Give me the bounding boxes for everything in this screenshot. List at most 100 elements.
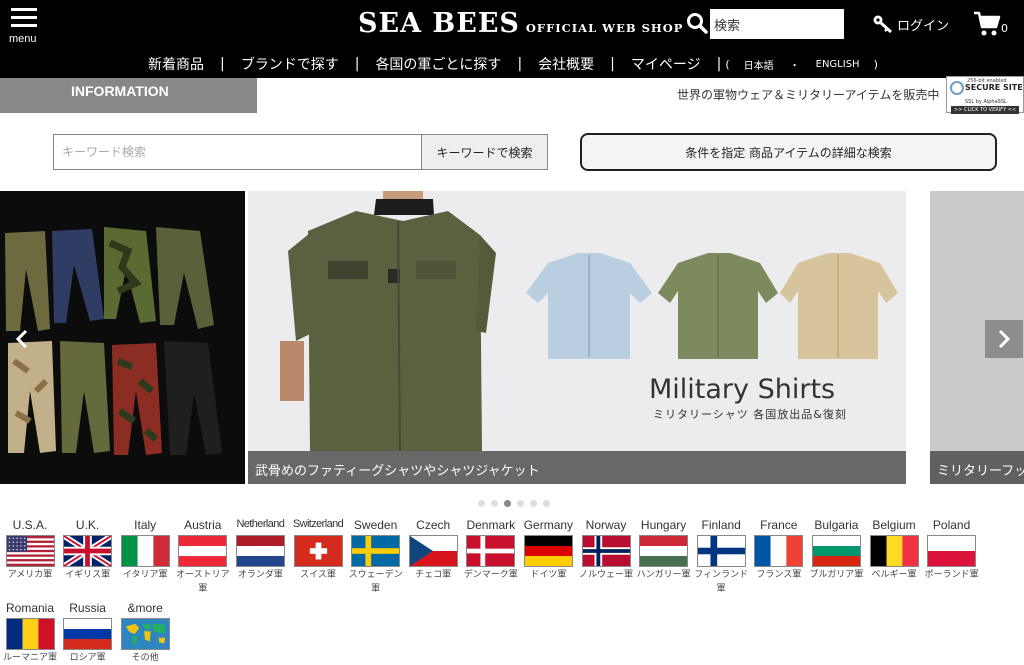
nav-by-army[interactable]: 各国の軍ごとに探す (375, 54, 501, 74)
search-icon[interactable] (686, 12, 708, 34)
flag-army-label: イギリス軍 (65, 570, 111, 580)
flag-army-label: ドイツ軍 (530, 570, 567, 580)
flag-item-netherlands[interactable]: Netherland オランダ軍 (232, 518, 288, 582)
advanced-search-button[interactable]: 条件を指定 商品アイテムの詳細な検索 (580, 133, 997, 171)
flag-item-world-map[interactable]: &more その他 (117, 601, 173, 665)
carousel-prev-button[interactable] (3, 320, 41, 358)
flag-item-poland[interactable]: Poland ポーランド軍 (924, 518, 980, 582)
carousel-dot[interactable] (504, 500, 511, 507)
flag-country-name: Switzerland (292, 518, 344, 530)
france-flag-icon (754, 535, 804, 567)
flag-item-denmark[interactable]: Denmark デンマーク軍 (463, 518, 519, 582)
lang-english-link[interactable]: ENGLISH (816, 59, 860, 70)
lang-close-paren: ) (873, 57, 878, 71)
model-photo (280, 191, 496, 452)
flag-army-label: フランス軍 (756, 570, 802, 580)
slide-caption: 武骨めのファティーグシャツやシャツジャケット (248, 451, 906, 484)
carousel-dot[interactable] (491, 500, 498, 507)
keyword-search-button[interactable]: キーワードで検索 (421, 134, 548, 170)
switzerland-flag-icon (293, 535, 343, 567)
carousel-dot[interactable] (543, 500, 550, 507)
flag-army-label: アメリカ軍 (7, 570, 53, 580)
nav-separator: | (517, 56, 523, 72)
norway-flag-icon (581, 535, 631, 567)
nav-new-items[interactable]: 新着商品 (148, 54, 204, 74)
military-shirts-image (248, 191, 906, 484)
flag-item-france[interactable]: France フランス軍 (751, 518, 807, 582)
flag-item-norway[interactable]: Norway ノルウェー軍 (578, 518, 634, 582)
poland-flag-icon (927, 535, 977, 567)
nav-company[interactable]: 会社概要 (538, 54, 594, 74)
carousel-next-button[interactable] (985, 320, 1023, 358)
keyword-search-input[interactable] (53, 134, 423, 170)
flag-army-label: フィンランド軍 (694, 570, 749, 594)
world-map-icon (120, 618, 170, 650)
flag-item-austria[interactable]: Austria オーストリア軍 (175, 518, 231, 596)
flag-item-usa[interactable]: U.S.A. アメリカ軍 (2, 518, 58, 582)
carousel-dots (478, 500, 550, 507)
italy-flag-icon (120, 535, 170, 567)
sweden-flag-icon (351, 535, 401, 567)
flag-country-name: Denmark (466, 518, 516, 532)
main-nav: 新着商品 | ブランドで探す | 各国の軍ごとに探す | 会社概要 | マイペー… (148, 54, 878, 74)
flag-army-label: スウェーデン軍 (348, 570, 403, 594)
flag-item-finland[interactable]: Finland フィンランド軍 (693, 518, 749, 596)
nav-brands[interactable]: ブランドで探す (241, 54, 339, 74)
flag-item-uk[interactable]: U.K. イギリス軍 (60, 518, 116, 582)
slide-military-shirts[interactable]: Military Shirts ミリタリーシャツ 各国放出品&復刻 武骨めのファ… (248, 191, 906, 484)
logo-main-text: SEA BEES (358, 8, 520, 39)
uk-flag-icon (63, 535, 113, 567)
header-search-input[interactable] (710, 9, 844, 39)
slide-subtitle: ミリタリーシャツ 各国放出品&復刻 (653, 408, 847, 421)
flag-army-label: ハンガリー軍 (636, 570, 691, 580)
cart-button[interactable]: 0 (973, 10, 1013, 40)
ssl-seal[interactable]: 256-bit enabled SECURE SITE SSL by Alpha… (946, 76, 1024, 114)
flag-country-name: Belgium (872, 518, 916, 532)
menu-button[interactable]: menu (6, 6, 44, 45)
nav-separator: | (354, 56, 360, 72)
slide-caption-right: ミリタリーフット (930, 451, 1024, 484)
flag-country-name: Sweden (353, 518, 398, 532)
nav-my-page[interactable]: マイページ (631, 54, 701, 74)
flag-country-name: U.K. (75, 518, 100, 532)
bulgaria-flag-icon (811, 535, 861, 567)
flag-country-name: Germany (523, 518, 574, 532)
slide-title: Military Shirts (649, 374, 836, 405)
carousel-dot[interactable] (517, 500, 524, 507)
flag-item-bulgaria[interactable]: Bulgaria ブルガリア軍 (808, 518, 864, 582)
flag-item-sweden[interactable]: Sweden スウェーデン軍 (348, 518, 404, 596)
flag-country-name: Romania (5, 601, 55, 615)
flag-country-name: Russia (69, 601, 106, 615)
flag-item-switzerland[interactable]: Switzerland スイス軍 (290, 518, 346, 582)
lang-open-paren: ( (725, 57, 730, 71)
flag-item-hungary[interactable]: Hungary ハンガリー軍 (636, 518, 692, 582)
flag-country-name: Finland (701, 518, 741, 532)
login-link[interactable]: ログイン (872, 14, 949, 34)
flag-army-label: デンマーク軍 (463, 570, 518, 580)
flag-item-romania[interactable]: Romania ルーマニア軍 (2, 601, 58, 665)
lang-japanese-link[interactable]: 日本語 (744, 57, 774, 72)
flag-country-name: &more (127, 601, 163, 615)
flag-item-italy[interactable]: Italy イタリア軍 (117, 518, 173, 582)
flag-item-russia[interactable]: Russia ロシア軍 (60, 601, 116, 665)
flag-country-name: Czech (416, 518, 451, 532)
information-tab[interactable]: INFORMATION (0, 78, 257, 113)
flag-item-czech[interactable]: Czech チェコ軍 (405, 518, 461, 582)
flag-item-belgium[interactable]: Belgium ベルギー軍 (866, 518, 922, 582)
flag-item-germany[interactable]: Germany ドイツ軍 (520, 518, 576, 582)
finland-flag-icon (696, 535, 746, 567)
flag-country-name: Netherland (236, 518, 285, 530)
flag-country-name: Austria (184, 518, 222, 532)
cart-icon (974, 11, 1001, 36)
hero-carousel: Military Shirts ミリタリーシャツ 各国放出品&復刻 武骨めのファ… (0, 191, 1024, 484)
ssl-line2: SECURE SITE (965, 83, 1023, 92)
carousel-dot[interactable] (530, 500, 537, 507)
denmark-flag-icon (466, 535, 516, 567)
nav-separator: | (610, 56, 615, 72)
site-logo[interactable]: SEA BEES OFFICIAL WEB SHOP (358, 8, 683, 39)
menu-label: menu (9, 33, 37, 45)
flag-country-name: Italy (134, 518, 157, 532)
hungary-flag-icon (639, 535, 689, 567)
carousel-dot[interactable] (478, 500, 485, 507)
cart-count: 0 (1001, 22, 1008, 35)
